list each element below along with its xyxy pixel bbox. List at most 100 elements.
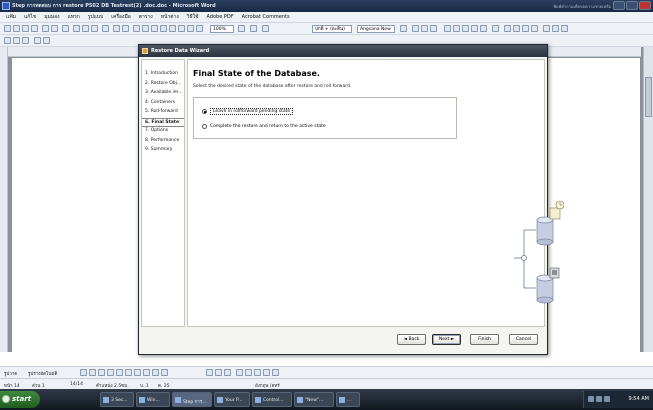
bullets-icon[interactable]	[513, 25, 520, 32]
drawing-icon[interactable]	[178, 25, 185, 32]
step-available-images[interactable]: 3. Available im...	[142, 89, 184, 99]
help-question-box[interactable]: พิมพ์คำถามเพื่อขอความช่วยเหลือ	[553, 3, 611, 10]
wordart-icon[interactable]	[134, 369, 141, 376]
option-rollforward-pending[interactable]: Leave in rollforward pending state	[202, 108, 294, 115]
decrease-indent-icon[interactable]	[522, 25, 529, 32]
diagram-icon[interactable]	[143, 369, 150, 376]
pdf-review-icon[interactable]	[22, 37, 29, 44]
maximize-button[interactable]	[626, 1, 638, 10]
menu-format[interactable]: รูปแบบ	[88, 13, 103, 21]
scrollbar-thumb[interactable]	[645, 77, 652, 117]
finish-button[interactable]: Finish	[470, 334, 499, 345]
clipart-icon[interactable]	[152, 369, 159, 376]
menu-view[interactable]: มุมมอง	[44, 13, 59, 21]
network-icon[interactable]	[588, 396, 594, 402]
document-map-icon[interactable]	[187, 25, 194, 32]
menu-window[interactable]: หน้าต่าง	[161, 13, 179, 21]
align-right-icon[interactable]	[462, 25, 469, 32]
fill-color-icon[interactable]	[206, 369, 213, 376]
line-style-icon[interactable]	[236, 369, 243, 376]
align-center-icon[interactable]	[453, 25, 460, 32]
step-introduction[interactable]: 1. Introduction	[142, 70, 184, 80]
increase-indent-icon[interactable]	[531, 25, 538, 32]
back-button[interactable]: ◄ Back	[397, 334, 426, 345]
start-button[interactable]: start	[0, 391, 40, 408]
radio-unselected[interactable]	[202, 124, 207, 129]
cut-icon[interactable]	[73, 25, 80, 32]
vertical-scrollbar[interactable]	[643, 47, 653, 352]
menu-adobe-pdf[interactable]: Adobe PDF	[206, 14, 233, 20]
line-icon[interactable]	[80, 369, 87, 376]
convert-pdf-icon[interactable]	[4, 37, 11, 44]
rectangle-icon[interactable]	[98, 369, 105, 376]
taskbar-item[interactable]: Control...	[252, 392, 292, 407]
new-document-icon[interactable]	[4, 25, 11, 32]
arrow-icon[interactable]	[89, 369, 96, 376]
border-icon[interactable]	[543, 25, 550, 32]
dash-style-icon[interactable]	[245, 369, 252, 376]
line-color-icon[interactable]	[215, 369, 222, 376]
step-final-state[interactable]: 6. Final State	[142, 117, 184, 127]
zoom-select[interactable]: 100%	[210, 25, 234, 33]
taskbar-item[interactable]: Your P...	[214, 392, 250, 407]
volume-icon[interactable]	[596, 396, 602, 402]
picture-icon[interactable]	[161, 369, 168, 376]
taskbar-item-word[interactable]: Step การ...	[172, 392, 212, 407]
help-icon[interactable]	[238, 25, 245, 32]
next-button[interactable]: Next ►	[432, 334, 461, 345]
columns-icon[interactable]	[169, 25, 176, 32]
format-painter-icon[interactable]	[102, 25, 109, 32]
open-folder-icon[interactable]	[13, 25, 20, 32]
menu-tools[interactable]: เครื่องมือ	[111, 13, 130, 21]
menu-edit[interactable]: แก้ไข	[24, 13, 36, 21]
step-containers[interactable]: 4. Containers	[142, 99, 184, 109]
styles-pane-icon[interactable]	[262, 25, 269, 32]
vertical-textbox-icon[interactable]	[125, 369, 132, 376]
italic-icon[interactable]	[421, 25, 428, 32]
minimize-button[interactable]	[613, 1, 625, 10]
menu-file[interactable]: แฟ้ม	[6, 13, 16, 21]
spelling-icon[interactable]	[62, 25, 69, 32]
distributed-icon[interactable]	[480, 25, 487, 32]
show-hide-icon[interactable]	[196, 25, 203, 32]
pdf-email-icon[interactable]	[13, 37, 20, 44]
insert-table-icon[interactable]	[151, 25, 158, 32]
close-button[interactable]	[639, 1, 651, 10]
show-comments-icon[interactable]	[43, 37, 50, 44]
insert-comment-icon[interactable]	[34, 37, 41, 44]
copy-icon[interactable]	[82, 25, 89, 32]
shadow-icon[interactable]	[263, 369, 270, 376]
numbering-icon[interactable]	[504, 25, 511, 32]
menu-acrobat-comments[interactable]: Acrobat Comments	[242, 14, 290, 20]
textbox-icon[interactable]	[116, 369, 123, 376]
print-icon[interactable]	[42, 25, 49, 32]
read-icon[interactable]	[250, 25, 257, 32]
step-summary[interactable]: 9. Summary	[142, 146, 184, 156]
paste-icon[interactable]	[91, 25, 98, 32]
line-spacing-icon[interactable]	[492, 25, 499, 32]
justify-icon[interactable]	[471, 25, 478, 32]
taskbar-item[interactable]: 3 Sec...	[100, 392, 134, 407]
cancel-button[interactable]: Cancel	[509, 334, 538, 345]
highlight-icon[interactable]	[552, 25, 559, 32]
save-icon[interactable]	[22, 25, 29, 32]
hyperlink-icon[interactable]	[133, 25, 140, 32]
taskbar-item[interactable]: ...	[336, 392, 360, 407]
autoshapes-menu[interactable]: รูปร่างอัตโนมัติ	[28, 370, 57, 377]
font-select[interactable]: Angsana New	[357, 25, 395, 33]
3d-icon[interactable]	[272, 369, 279, 376]
tables-borders-icon[interactable]	[142, 25, 149, 32]
taskbar-item[interactable]: "New"...	[294, 392, 334, 407]
underline-icon[interactable]	[430, 25, 437, 32]
taskbar-item[interactable]: Win...	[136, 392, 170, 407]
option-complete-restore[interactable]: Complete the restore and return to the a…	[202, 124, 326, 129]
menu-help[interactable]: วิธีใช้	[187, 13, 199, 21]
step-options[interactable]: 7. Options	[142, 127, 184, 137]
redo-icon[interactable]	[122, 25, 129, 32]
radio-selected[interactable]	[202, 109, 207, 114]
menu-insert[interactable]: แทรก	[68, 13, 80, 21]
align-left-icon[interactable]	[444, 25, 451, 32]
undo-icon[interactable]	[113, 25, 120, 32]
bold-icon[interactable]	[412, 25, 419, 32]
permission-icon[interactable]	[31, 25, 38, 32]
